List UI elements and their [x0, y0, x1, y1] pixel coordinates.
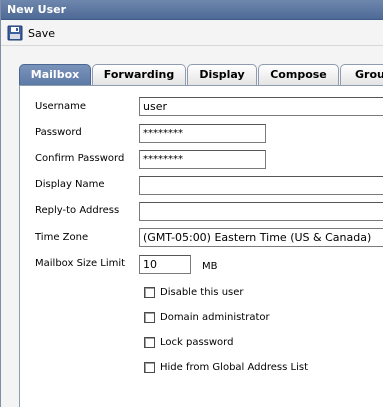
toolbar: Save	[1, 20, 383, 46]
mailbox-size-unit: MB	[202, 261, 218, 272]
confirm-password-field[interactable]: ********	[139, 150, 266, 169]
new-user-window: New User Save Mailbox Forwarding Display…	[0, 0, 383, 407]
checkbox-label: Domain administrator	[160, 311, 270, 323]
checkbox-label: Disable this user	[160, 286, 244, 298]
tab-strip: Mailbox Forwarding Display Compose Group	[19, 64, 383, 86]
time-zone-label: Time Zone	[35, 232, 89, 243]
tab-mailbox[interactable]: Mailbox	[19, 64, 91, 86]
confirm-password-label: Confirm Password	[35, 153, 125, 164]
username-label: Username	[35, 101, 86, 112]
username-field[interactable]	[139, 97, 383, 116]
domain-admin-checkbox[interactable]: Domain administrator	[144, 310, 270, 324]
tab-forwarding[interactable]: Forwarding	[92, 64, 186, 85]
display-name-field[interactable]	[139, 176, 383, 195]
checkbox-box[interactable]	[144, 286, 155, 298]
reply-to-field[interactable]	[139, 202, 383, 221]
checkbox-box[interactable]	[144, 361, 155, 373]
checkbox-label: Hide from Global Address List	[160, 361, 308, 373]
tab-display[interactable]: Display	[187, 64, 257, 85]
display-name-label: Display Name	[35, 179, 105, 190]
checkbox-box[interactable]	[144, 311, 155, 323]
title-bar: New User	[1, 0, 383, 20]
save-button-label: Save	[28, 26, 56, 40]
hide-gal-checkbox[interactable]: Hide from Global Address List	[144, 360, 308, 374]
password-field[interactable]: ********	[139, 124, 266, 143]
disable-user-checkbox[interactable]: Disable this user	[144, 285, 244, 299]
floppy-disk-icon	[7, 25, 23, 41]
lock-password-checkbox[interactable]: Lock password	[144, 335, 233, 349]
reply-to-label: Reply-to Address	[35, 205, 120, 216]
tab-compose[interactable]: Compose	[258, 64, 339, 85]
window-title: New User	[7, 3, 67, 16]
tab-group[interactable]: Group	[340, 64, 383, 85]
time-zone-select[interactable]: (GMT-05:00) Eastern Time (US & Canada)	[139, 228, 383, 247]
mailbox-size-label: Mailbox Size Limit	[35, 258, 126, 269]
mailbox-size-field[interactable]	[139, 255, 191, 274]
checkbox-box[interactable]	[144, 336, 155, 348]
checkbox-label: Lock password	[160, 336, 234, 348]
password-label: Password	[35, 127, 82, 138]
save-button[interactable]: Save	[7, 24, 55, 42]
